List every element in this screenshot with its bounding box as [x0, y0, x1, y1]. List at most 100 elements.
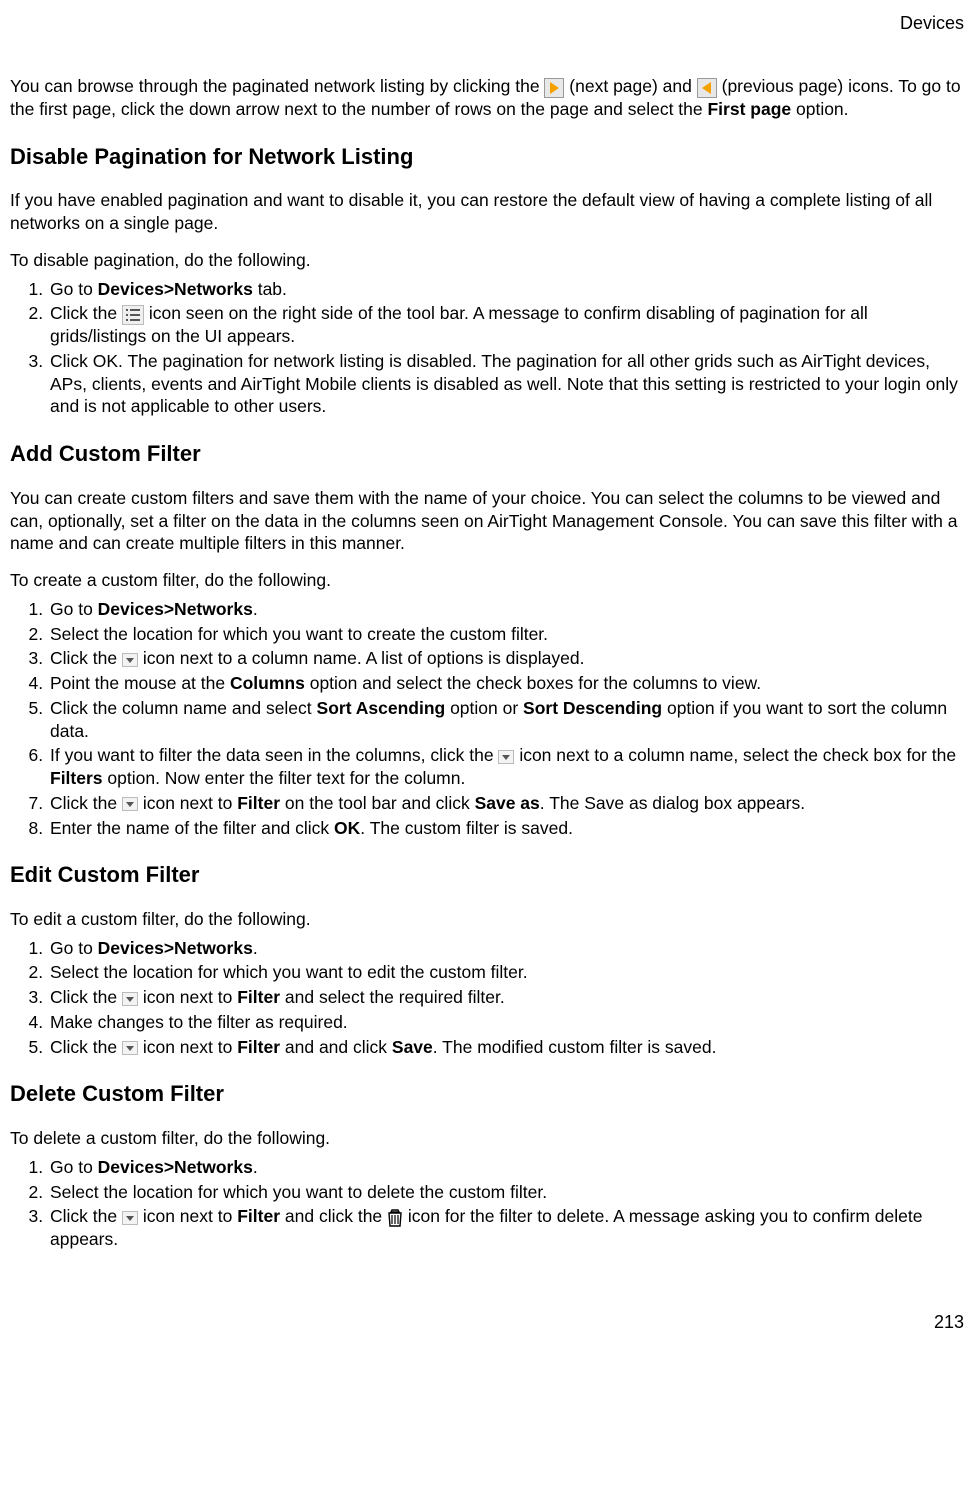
dropdown-icon — [122, 797, 138, 811]
save-as-option: Save as — [475, 793, 540, 813]
filter-label: Filter — [237, 793, 280, 813]
heading-add-custom-filter: Add Custom Filter — [10, 440, 964, 469]
steps-add-custom-filter: Go to Devices>Networks. Select the locat… — [10, 598, 964, 840]
text: and click the — [280, 1206, 387, 1226]
list-item: Go to Devices>Networks. — [48, 1156, 964, 1179]
dropdown-icon — [122, 992, 138, 1006]
steps-delete-custom-filter: Go to Devices>Networks. Select the locat… — [10, 1156, 964, 1251]
text: Click the column name and select — [50, 698, 317, 718]
nav-path: Devices>Networks — [98, 279, 253, 299]
list-item: Click the column name and select Sort As… — [48, 697, 964, 743]
ok-button-label: OK — [334, 818, 360, 838]
text: Go to — [50, 1157, 98, 1177]
save-option: Save — [392, 1037, 433, 1057]
filter-label: Filter — [237, 1037, 280, 1057]
text: icon next to a column name, select the c… — [519, 745, 956, 765]
text: Click the — [50, 987, 122, 1007]
list-item: Click the icon next to Filter and select… — [48, 986, 964, 1009]
list-item: Click the icon next to Filter and and cl… — [48, 1036, 964, 1059]
heading-disable-pagination: Disable Pagination for Network Listing — [10, 143, 964, 172]
text: . The custom filter is saved. — [360, 818, 573, 838]
text: icon seen on the right side of the tool … — [50, 303, 868, 346]
text: and and click — [280, 1037, 392, 1057]
filters-option: Filters — [50, 768, 103, 788]
text: You can browse through the paginated net… — [10, 76, 544, 96]
paragraph: To edit a custom filter, do the followin… — [10, 908, 964, 931]
heading-delete-custom-filter: Delete Custom Filter — [10, 1080, 964, 1109]
filter-label: Filter — [237, 1206, 280, 1226]
trash-icon — [387, 1209, 403, 1227]
text: . The modified custom filter is saved. — [433, 1037, 717, 1057]
dropdown-icon — [498, 750, 514, 764]
list-item: Enter the name of the filter and click O… — [48, 817, 964, 840]
list-item: Select the location for which you want t… — [48, 1181, 964, 1204]
text: (next page) and — [569, 76, 696, 96]
text: on the tool bar and click — [280, 793, 475, 813]
list-item: If you want to filter the data seen in t… — [48, 744, 964, 790]
text: Click the — [50, 303, 122, 323]
list-item: Click the icon next to Filter on the too… — [48, 792, 964, 815]
list-item: Select the location for which you want t… — [48, 961, 964, 984]
paragraph: To delete a custom filter, do the follow… — [10, 1127, 964, 1150]
dropdown-icon — [122, 653, 138, 667]
text: Click the — [50, 1206, 122, 1226]
text: Go to — [50, 599, 98, 619]
text: Point the mouse at the — [50, 673, 230, 693]
list-item: Go to Devices>Networks tab. — [48, 278, 964, 301]
text: and select the required filter. — [280, 987, 505, 1007]
text: icon next to — [143, 987, 237, 1007]
first-page-option: First page — [707, 99, 791, 119]
text: tab. — [253, 279, 287, 299]
list-toggle-icon — [122, 305, 144, 325]
dropdown-icon — [122, 1211, 138, 1225]
text: option and select the check boxes for th… — [305, 673, 761, 693]
list-item: Make changes to the filter as required. — [48, 1011, 964, 1034]
intro-paragraph: You can browse through the paginated net… — [10, 75, 964, 121]
text: option. Now enter the filter text for th… — [103, 768, 466, 788]
page-number: 213 — [10, 1311, 964, 1334]
text: icon next to — [143, 1037, 237, 1057]
text: . — [253, 1157, 258, 1177]
text: option or — [445, 698, 523, 718]
paragraph: If you have enabled pagination and want … — [10, 189, 964, 235]
paragraph: You can create custom filters and save t… — [10, 487, 964, 555]
page-header-section: Devices — [10, 12, 964, 35]
sort-ascending-option: Sort Ascending — [317, 698, 446, 718]
text: icon next to a column name. A list of op… — [143, 648, 585, 668]
filter-label: Filter — [237, 987, 280, 1007]
list-item: Click the icon next to Filter and click … — [48, 1205, 964, 1251]
next-page-icon — [544, 78, 564, 98]
nav-path: Devices>Networks — [98, 599, 253, 619]
columns-option: Columns — [230, 673, 305, 693]
nav-path: Devices>Networks — [98, 938, 253, 958]
list-item: Click the icon seen on the right side of… — [48, 302, 964, 348]
text: icon next to — [143, 1206, 237, 1226]
sort-descending-option: Sort Descending — [523, 698, 662, 718]
text: icon next to — [143, 793, 237, 813]
list-item: Point the mouse at the Columns option an… — [48, 672, 964, 695]
dropdown-icon — [122, 1041, 138, 1055]
text: Click the — [50, 648, 122, 668]
heading-edit-custom-filter: Edit Custom Filter — [10, 861, 964, 890]
list-item: Click OK. The pagination for network lis… — [48, 350, 964, 418]
paragraph: To disable pagination, do the following. — [10, 249, 964, 272]
text: Enter the name of the filter and click — [50, 818, 334, 838]
text: Go to — [50, 279, 98, 299]
list-item: Go to Devices>Networks. — [48, 937, 964, 960]
text: option. — [791, 99, 848, 119]
text: If you want to filter the data seen in t… — [50, 745, 498, 765]
list-item: Go to Devices>Networks. — [48, 598, 964, 621]
paragraph: To create a custom filter, do the follow… — [10, 569, 964, 592]
previous-page-icon — [697, 78, 717, 98]
text: . — [253, 599, 258, 619]
nav-path: Devices>Networks — [98, 1157, 253, 1177]
list-item: Select the location for which you want t… — [48, 623, 964, 646]
text: Go to — [50, 938, 98, 958]
text: Click the — [50, 1037, 122, 1057]
steps-disable-pagination: Go to Devices>Networks tab. Click the ic… — [10, 278, 964, 419]
steps-edit-custom-filter: Go to Devices>Networks. Select the locat… — [10, 937, 964, 1059]
list-item: Click the icon next to a column name. A … — [48, 647, 964, 670]
text: Click the — [50, 793, 122, 813]
text: . The Save as dialog box appears. — [540, 793, 805, 813]
text: . — [253, 938, 258, 958]
